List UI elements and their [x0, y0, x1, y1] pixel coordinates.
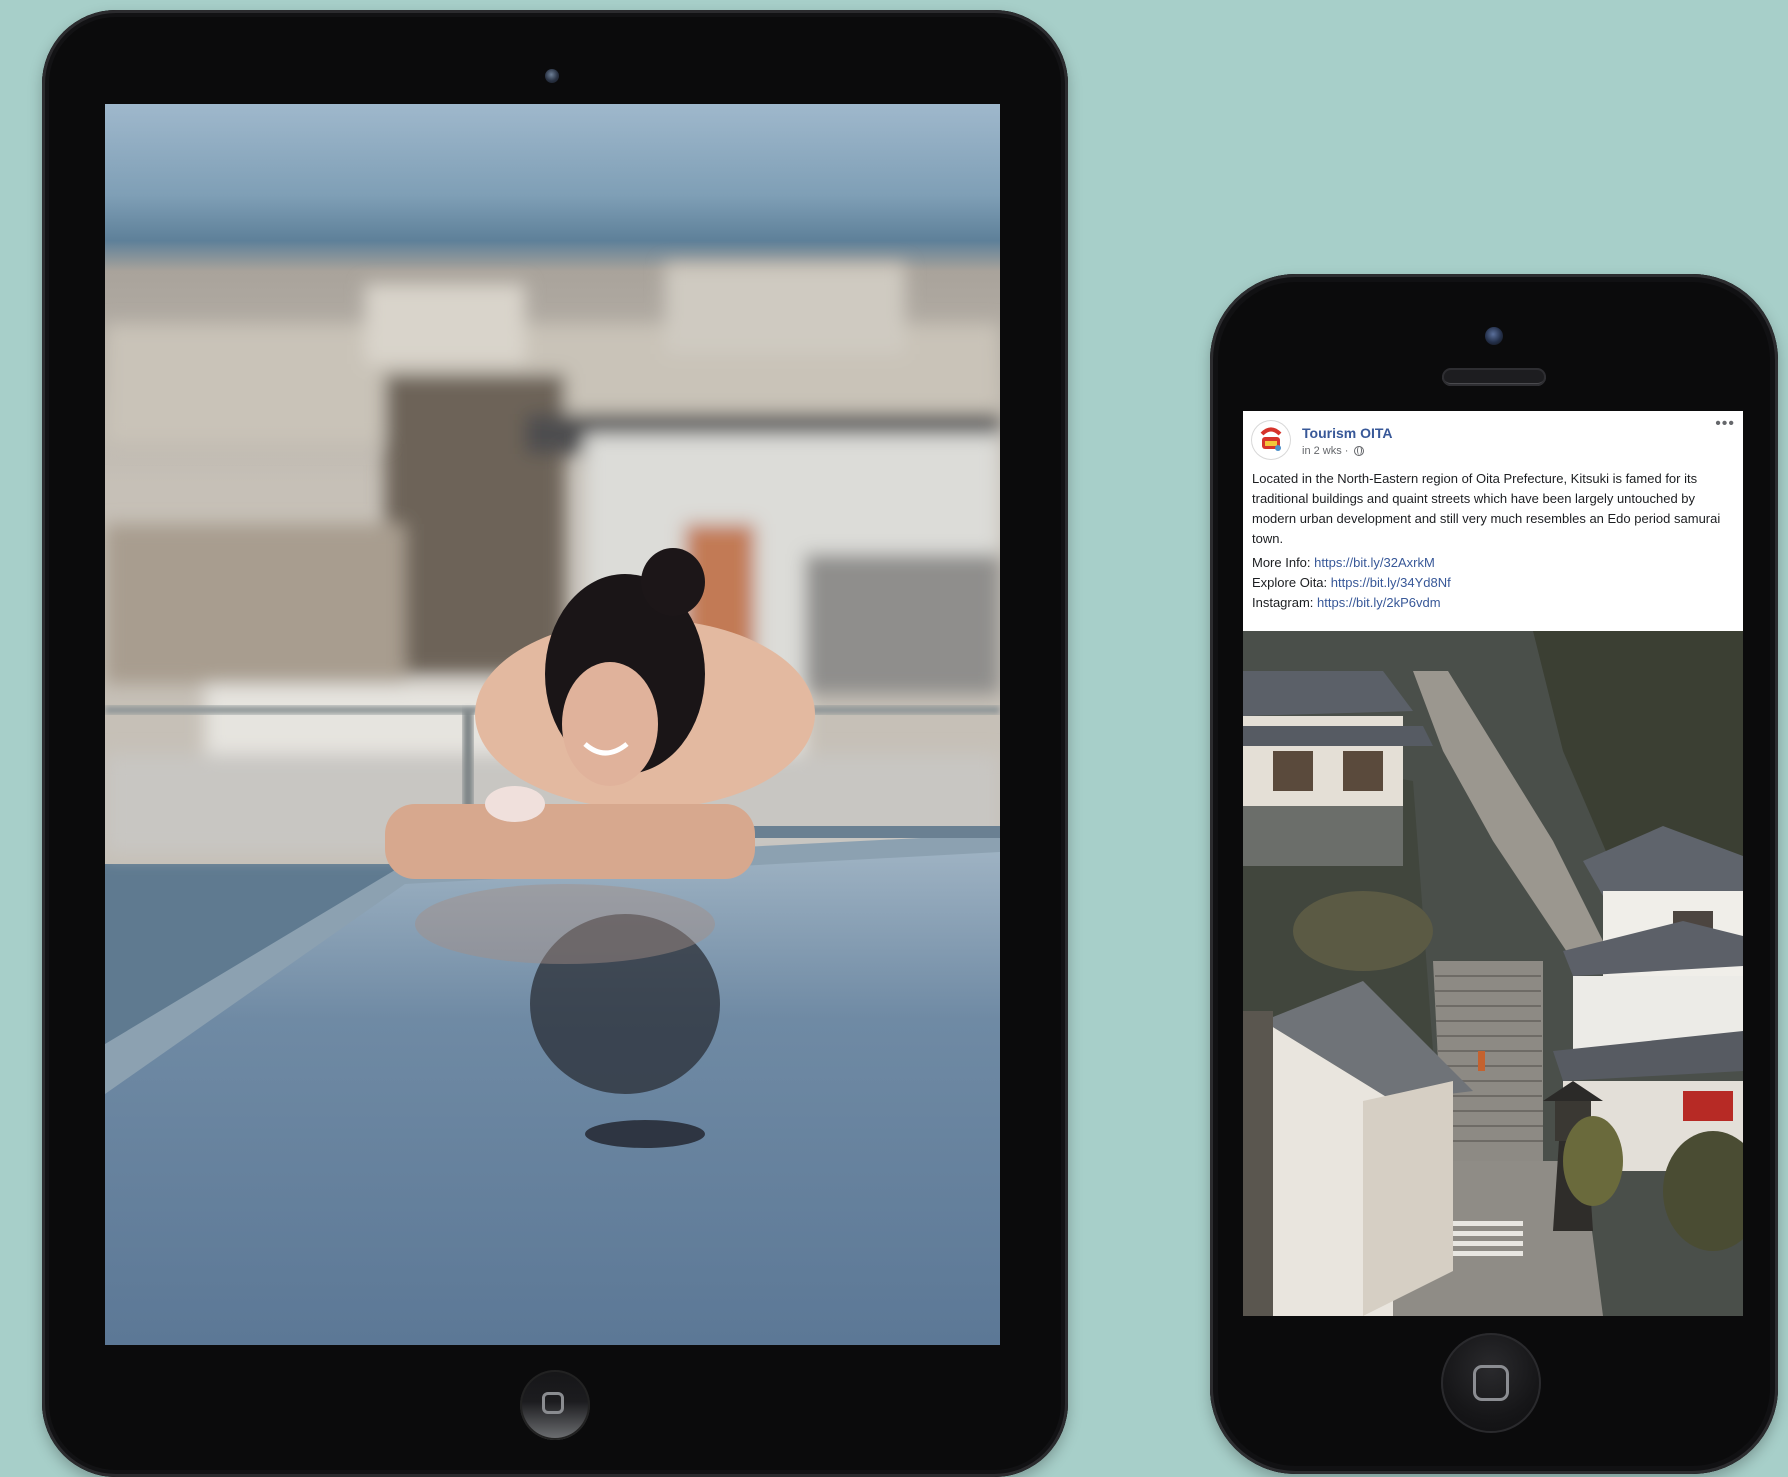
home-square-icon: [542, 1392, 564, 1414]
more-options-icon[interactable]: •••: [1715, 415, 1735, 433]
post-link-line: Instagram: https://bit.ly/2kP6vdm: [1252, 593, 1734, 613]
post-link-line: Explore Oita: https://bit.ly/34Yd8Nf: [1252, 573, 1734, 593]
onsen-photo: [105, 104, 1000, 1345]
post-meta: in 2 wks ·: [1302, 445, 1364, 457]
post-header: Tourism OITA in 2 wks · •••: [1243, 411, 1743, 469]
post-time[interactable]: in 2 wks ·: [1302, 445, 1348, 457]
post-text: Located in the North-Eastern region of O…: [1252, 471, 1721, 546]
tablet-device: [42, 10, 1068, 1477]
explore-oita-link[interactable]: https://bit.ly/34Yd8Nf: [1331, 575, 1451, 590]
home-square-icon: [1473, 1365, 1509, 1401]
link-label: Instagram:: [1252, 595, 1318, 610]
phone-speaker: [1442, 368, 1546, 386]
more-info-link[interactable]: https://bit.ly/32AxrkM: [1314, 555, 1435, 570]
phone-device: Tourism OITA in 2 wks · ••• Located in t…: [1210, 274, 1778, 1474]
post-photo[interactable]: [1243, 631, 1743, 1316]
post-link-line: More Info: https://bit.ly/32AxrkM: [1252, 553, 1734, 573]
oita-logo-icon: [1253, 422, 1289, 458]
page-avatar[interactable]: [1252, 421, 1290, 459]
post-body: Located in the North-Eastern region of O…: [1243, 469, 1743, 613]
phone-camera: [1485, 327, 1503, 345]
phone-screen: Tourism OITA in 2 wks · ••• Located in t…: [1243, 411, 1743, 1316]
instagram-link[interactable]: https://bit.ly/2kP6vdm: [1317, 595, 1441, 610]
link-label: Explore Oita:: [1252, 575, 1331, 590]
tablet-camera: [545, 69, 559, 83]
phone-home-button[interactable]: [1441, 1333, 1541, 1433]
tablet-home-button[interactable]: [520, 1370, 590, 1440]
kitsuki-street-photo: [1243, 631, 1743, 1316]
page-name-link[interactable]: Tourism OITA: [1302, 425, 1392, 441]
globe-icon: [1353, 446, 1364, 456]
link-label: More Info:: [1252, 555, 1315, 570]
tablet-screen-photo: [105, 104, 1000, 1345]
